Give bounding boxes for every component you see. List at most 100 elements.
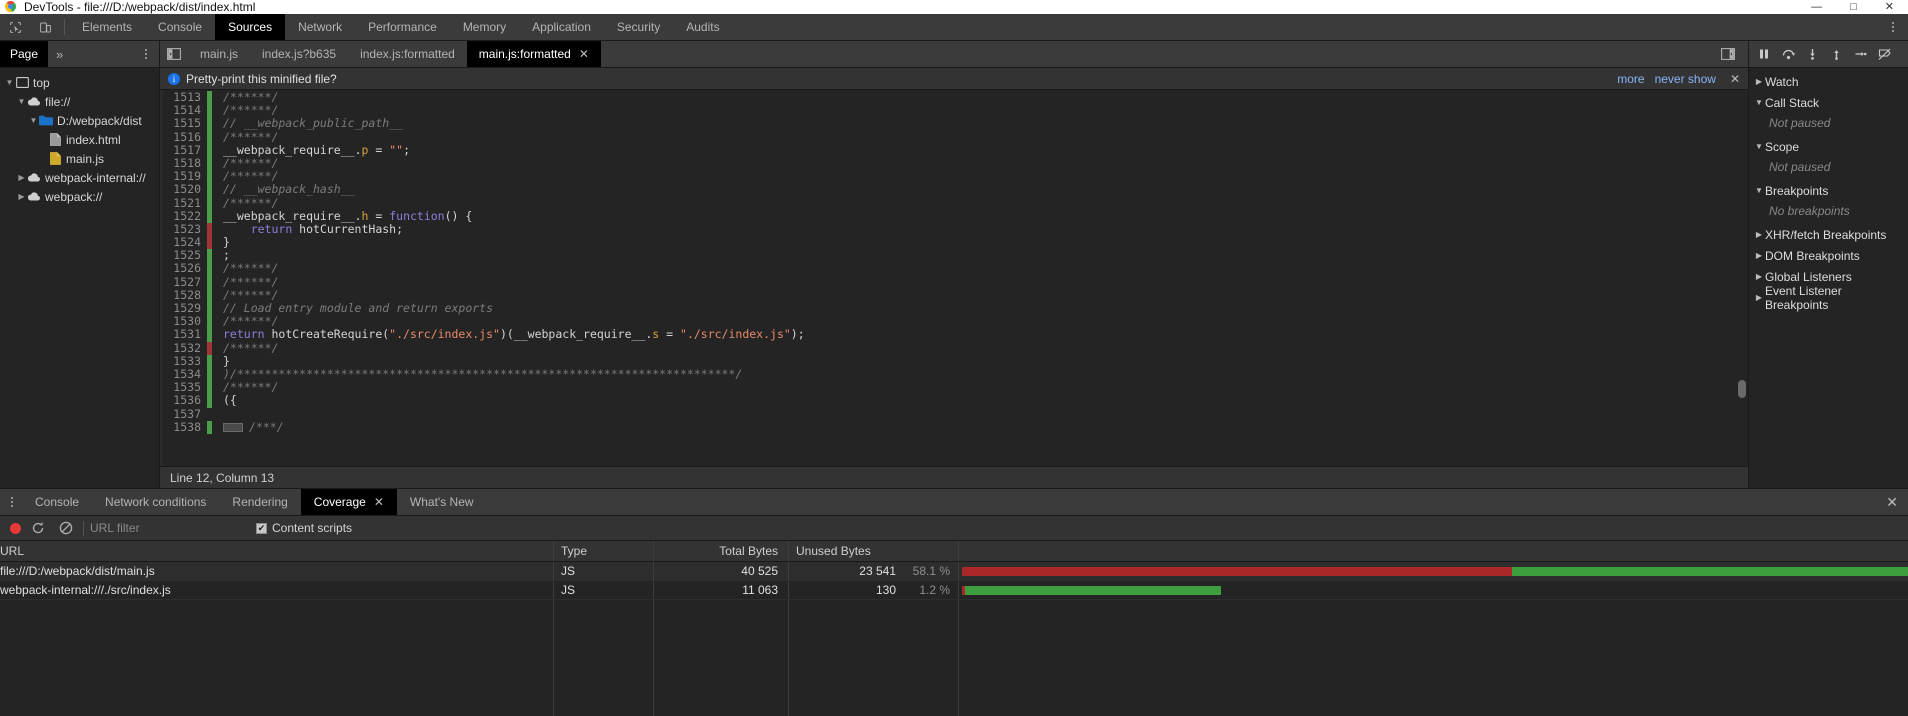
code-line[interactable]: 1520 // __webpack_hash__	[163, 183, 1748, 197]
drawer-close-icon[interactable]: ✕	[1886, 494, 1898, 511]
code-line[interactable]: 1538 /***/	[163, 420, 1748, 434]
code-line[interactable]: 1524}	[163, 235, 1748, 250]
content-scripts-checkbox[interactable]: ✔ Content scripts	[256, 521, 352, 535]
code-line[interactable]: 1519/******/	[163, 169, 1748, 184]
line-number[interactable]: 1527	[163, 275, 207, 289]
drawer-tab-rendering[interactable]: Rendering	[219, 489, 300, 515]
step-out-icon[interactable]	[1825, 43, 1847, 65]
debugger-section-header[interactable]: ▶ XHR/fetch Breakpoints	[1749, 224, 1908, 245]
tab-sources[interactable]: Sources	[215, 14, 286, 40]
file-tab-main-js-formatted[interactable]: main.js:formatted ✕	[466, 41, 601, 67]
code-line[interactable]: 1518/******/	[163, 156, 1748, 171]
code-line[interactable]: 1537	[163, 407, 1748, 421]
code-line[interactable]: 1536 ({	[163, 394, 1748, 408]
code-line[interactable]: 1515 // __webpack_public_path__	[163, 117, 1748, 131]
file-tab-index-js-formatted[interactable]: index.js:formatted	[348, 41, 467, 67]
code-editor[interactable]: 1513/******/1514/******/1515// __webpack…	[160, 90, 1748, 466]
code-line[interactable]: 1534)/**********************************…	[163, 367, 1748, 382]
tab-security[interactable]: Security	[604, 14, 673, 40]
chevron-down-icon[interactable]: ▼	[1753, 98, 1765, 107]
table-row[interactable]: webpack-internal:///./src/index.js JS 11 0…	[0, 581, 1908, 600]
reload-icon[interactable]	[27, 517, 49, 539]
tab-network[interactable]: Network	[285, 14, 355, 40]
navigator-tab-page[interactable]: Page	[0, 41, 49, 67]
code-line[interactable]: 1523 return hotCurrentHash;	[163, 222, 1748, 237]
close-icon[interactable]: ✕	[579, 47, 589, 61]
step-into-icon[interactable]	[1801, 43, 1823, 65]
editor-vertical-scrollbar[interactable]	[1738, 380, 1746, 398]
line-number[interactable]: 1521	[163, 196, 207, 210]
code-line[interactable]: 1526 /******/	[163, 262, 1748, 276]
line-number[interactable]: 1515	[163, 117, 207, 130]
tree-twisty[interactable]: ▼	[28, 116, 39, 125]
chevron-right-icon[interactable]: ▶	[1753, 77, 1765, 86]
device-toolbar-icon[interactable]	[30, 14, 60, 40]
line-number[interactable]: 1538	[163, 420, 207, 434]
tree-item-main-js[interactable]: main.js	[0, 149, 159, 168]
devtools-menu-icon[interactable]	[1884, 22, 1902, 32]
tab-audits[interactable]: Audits	[673, 14, 732, 40]
minimize-button[interactable]: —	[1811, 0, 1822, 14]
file-tab-index-js-b635[interactable]: index.js?b635	[250, 41, 348, 67]
tab-elements[interactable]: Elements	[69, 14, 145, 40]
debugger-section-header[interactable]: ▼ Scope	[1749, 136, 1908, 157]
chevron-right-icon[interactable]: ▶	[1753, 272, 1765, 281]
infobar-close-icon[interactable]: ✕	[1726, 72, 1740, 86]
tree-item-index-html[interactable]: index.html	[0, 130, 159, 149]
code-fold-widget[interactable]	[223, 422, 243, 432]
code-line[interactable]: 1525;	[163, 249, 1748, 263]
tree-twisty[interactable]: ▶	[16, 173, 27, 182]
file-tab-main-js[interactable]: main.js	[188, 41, 250, 67]
drawer-tab-console[interactable]: Console	[22, 489, 92, 515]
line-number[interactable]: 1526	[163, 262, 207, 275]
infobar-never-show-link[interactable]: never show	[1655, 72, 1716, 86]
debugger-section-header[interactable]: ▶ Watch	[1749, 71, 1908, 92]
chevron-right-icon[interactable]: ▶	[1753, 293, 1765, 302]
tree-twisty[interactable]: ▶	[16, 192, 27, 201]
drawer-menu-icon[interactable]	[2, 489, 22, 515]
line-number[interactable]: 1522	[163, 209, 207, 223]
debugger-section-header[interactable]: ▶ DOM Breakpoints	[1749, 245, 1908, 266]
chevron-down-icon[interactable]: ▼	[1753, 186, 1765, 195]
line-number[interactable]: 1532	[163, 341, 207, 355]
deactivate-breakpoints-icon[interactable]	[1873, 43, 1895, 65]
show-navigator-icon[interactable]	[160, 41, 188, 67]
chevron-down-icon[interactable]: ▼	[1753, 142, 1765, 151]
line-number[interactable]: 1517	[163, 143, 207, 157]
tree-twisty[interactable]: ▼	[16, 97, 27, 106]
column-header-total-bytes[interactable]: Total Bytes	[654, 541, 789, 561]
line-number[interactable]: 1520	[163, 183, 207, 196]
tab-application[interactable]: Application	[519, 14, 604, 40]
tree-item-dist-folder[interactable]: ▼ D:/webpack/dist	[0, 111, 159, 130]
line-number[interactable]: 1516	[163, 130, 207, 144]
infobar-more-link[interactable]: more	[1617, 72, 1644, 86]
tree-twisty[interactable]: ▼	[4, 78, 15, 87]
tree-item-top[interactable]: ▼ top	[0, 73, 159, 92]
line-number[interactable]: 1536	[163, 394, 207, 407]
step-over-icon[interactable]	[1777, 43, 1799, 65]
code-lines[interactable]: 1513/******/1514/******/1515// __webpack…	[163, 90, 1748, 466]
drawer-tab-coverage[interactable]: Coverage ✕	[300, 489, 397, 515]
debugger-section-header[interactable]: ▼ Breakpoints	[1749, 180, 1908, 201]
close-button[interactable]: ✕	[1885, 0, 1894, 14]
debugger-section-header[interactable]: ▶ Event Listener Breakpoints	[1749, 284, 1908, 312]
pause-resume-icon[interactable]	[1753, 43, 1775, 65]
maximize-button[interactable]: □	[1850, 0, 1857, 14]
tree-item-file-protocol[interactable]: ▼ file://	[0, 92, 159, 111]
line-number[interactable]: 1533	[163, 354, 207, 368]
chevron-right-icon[interactable]: ▶	[1753, 230, 1765, 239]
navigator-more-tabs-icon[interactable]: »	[48, 41, 71, 67]
tree-item-webpack-internal[interactable]: ▶ webpack-internal://	[0, 168, 159, 187]
close-icon[interactable]: ✕	[374, 495, 384, 509]
line-number[interactable]: 1537	[163, 407, 207, 421]
drawer-tab-whats-new[interactable]: What's New	[397, 489, 487, 515]
table-row[interactable]: file:///D:/webpack/dist/main.js JS 40 525 2…	[0, 562, 1908, 581]
column-header-url[interactable]: URL	[0, 541, 554, 561]
code-line[interactable]: 1529// Load entry module and return expo…	[163, 301, 1748, 316]
chevron-right-icon[interactable]: ▶	[1753, 251, 1765, 260]
code-line[interactable]: 1535/******/	[163, 380, 1748, 395]
tab-console[interactable]: Console	[145, 14, 215, 40]
tab-memory[interactable]: Memory	[450, 14, 519, 40]
line-number[interactable]: 1531	[163, 328, 207, 341]
code-line[interactable]: 1531 return hotCreateRequire("./src/index…	[163, 328, 1748, 342]
